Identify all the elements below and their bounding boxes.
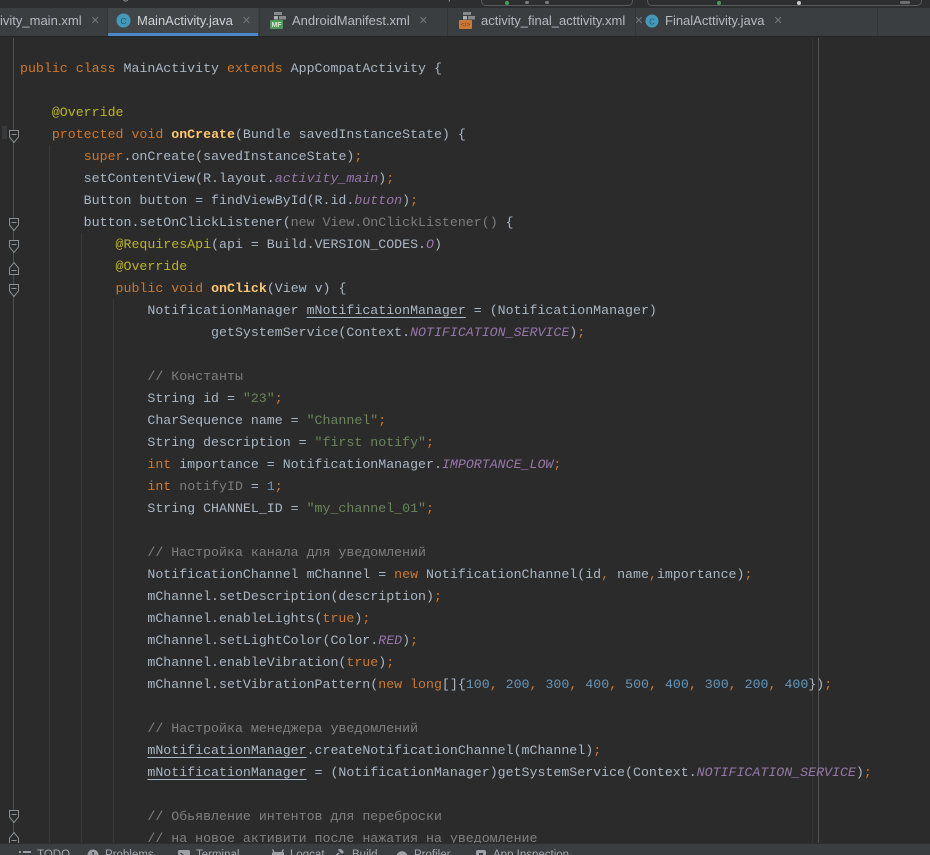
svg-text:C: C — [649, 17, 655, 26]
svg-text:C: C — [120, 16, 126, 26]
svg-text:</>: </> — [461, 22, 471, 29]
svg-text:MF: MF — [271, 22, 282, 29]
